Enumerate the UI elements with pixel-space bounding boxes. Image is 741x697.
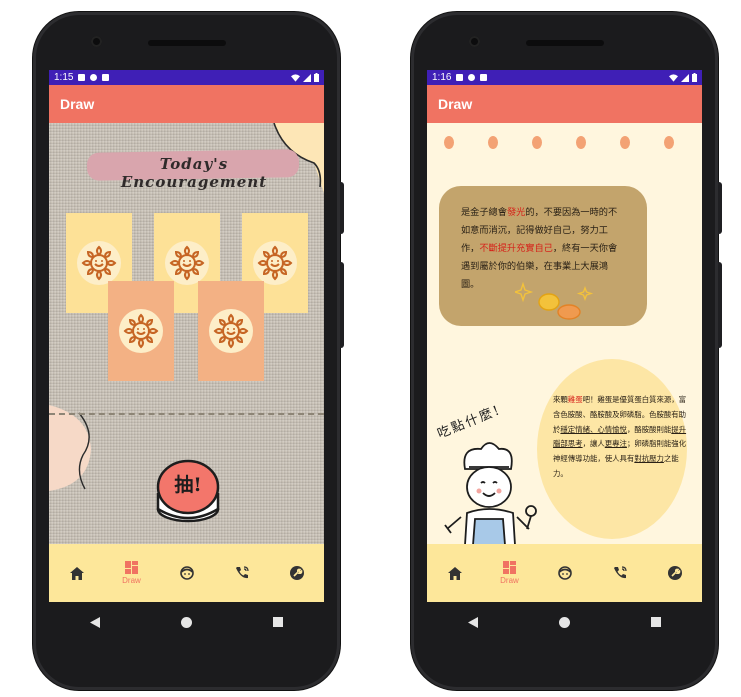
smiling-flower-icon: [257, 245, 293, 281]
system-navigation: [49, 610, 324, 634]
power-button: [718, 182, 722, 234]
food-tip-text: 來顆雞蛋吧！雞蛋是優質蛋白質來源，富含色胺酸、酪胺酸及卵磷脂。色胺酸有助於穩定情…: [553, 395, 687, 478]
recents-icon[interactable]: [273, 617, 284, 627]
nav-draw-label: Draw: [500, 576, 519, 585]
draw-content: Today's Encouragement 抽!: [49, 123, 324, 544]
wrench-icon: [289, 566, 304, 580]
signal-icon: [681, 73, 689, 82]
nav-face[interactable]: [166, 552, 208, 594]
nav-build[interactable]: [654, 552, 696, 594]
notification-icon: [78, 74, 86, 81]
bottom-navigation: Draw: [49, 544, 324, 602]
nav-build[interactable]: [276, 552, 318, 594]
face-icon: [557, 566, 572, 580]
nav-home[interactable]: [56, 552, 98, 594]
home-circle-icon[interactable]: [180, 616, 192, 628]
decor-dot: [532, 136, 542, 149]
tip-highlight: 雞蛋: [567, 395, 583, 404]
nav-home[interactable]: [434, 552, 476, 594]
status-bar: 1:16: [427, 70, 702, 85]
notification-icon: [468, 74, 476, 81]
nav-draw-label: Draw: [122, 576, 141, 585]
sim-icon: [480, 74, 488, 81]
status-bar: 1:15: [49, 70, 324, 85]
wifi-icon: [669, 73, 678, 82]
volume-button: [340, 262, 344, 348]
nav-face[interactable]: [544, 552, 586, 594]
wifi-icon: [291, 73, 300, 82]
nav-call[interactable]: [221, 552, 263, 594]
phone-left: 1:15 Draw Today's Encouragement 抽! Draw: [33, 12, 344, 690]
back-icon[interactable]: [89, 616, 100, 628]
system-navigation: [427, 610, 702, 634]
dashboard-icon: [125, 561, 138, 574]
back-icon[interactable]: [467, 616, 478, 628]
app-bar-title: Draw: [60, 96, 95, 112]
quote-highlight: 不斷提升充實自己: [479, 243, 553, 254]
signal-icon: [303, 73, 311, 82]
phone-call-icon: [613, 566, 627, 579]
quote-card: 是金子總會發光的，不要因為一時的不如意而消沉，記得做好自己，努力工作，不斷提升充…: [439, 186, 647, 326]
home-circle-icon[interactable]: [558, 616, 570, 628]
smiling-flower-icon: [213, 313, 249, 349]
sim-icon: [102, 74, 110, 81]
decor-dot: [576, 136, 586, 149]
nav-call[interactable]: [599, 552, 641, 594]
front-camera: [91, 36, 102, 47]
front-camera: [469, 36, 480, 47]
nav-draw[interactable]: Draw: [489, 552, 531, 594]
home-icon: [69, 566, 84, 580]
app-bar: Draw: [49, 85, 324, 123]
battery-icon: [314, 73, 319, 82]
battery-icon: [692, 73, 697, 82]
smiling-flower-icon: [169, 245, 205, 281]
quote-highlight: 發光: [506, 207, 526, 218]
decor-dot: [620, 136, 630, 149]
draw-button-label: 抽!: [174, 474, 202, 496]
decor-dot: [664, 136, 674, 149]
face-icon: [179, 566, 194, 580]
dashboard-icon: [503, 561, 516, 574]
phone-right: 1:16 Draw 是金子總會發光的，不要因為一時的不如意而消沉，記得做好自己，…: [411, 12, 722, 690]
phone-call-icon: [235, 566, 249, 579]
status-time: 1:15: [54, 72, 74, 83]
smiling-flower-icon: [123, 313, 159, 349]
recents-icon[interactable]: [651, 617, 662, 627]
smiling-flower-icon: [81, 245, 117, 281]
notification-icon: [456, 74, 464, 81]
decor-dot: [488, 136, 498, 149]
earpiece-speaker: [525, 40, 604, 46]
home-icon: [447, 566, 462, 580]
screen-right: 1:16 Draw 是金子總會發光的，不要因為一時的不如意而消沉，記得做好自己，…: [427, 70, 702, 602]
app-bar: Draw: [427, 85, 702, 123]
earpiece-speaker: [147, 40, 226, 46]
screen-left: 1:15 Draw Today's Encouragement 抽! Draw: [49, 70, 324, 602]
encouragement-card[interactable]: [198, 281, 264, 381]
app-bar-title: Draw: [438, 96, 473, 112]
wrench-icon: [667, 566, 682, 580]
dashed-divider: [49, 413, 324, 415]
volume-button: [718, 262, 722, 348]
left-blob-decoration: [49, 405, 91, 491]
nav-draw[interactable]: Draw: [111, 552, 153, 594]
result-content: 是金子總會發光的，不要因為一時的不如意而消沉，記得做好自己，努力工作，不斷提升充…: [427, 123, 702, 544]
notification-icon: [90, 74, 98, 81]
status-time: 1:16: [432, 72, 452, 83]
power-button: [340, 182, 344, 234]
decor-dot: [444, 136, 454, 149]
chef-character-illustration: [444, 442, 537, 544]
banner-title: Today's Encouragement: [120, 155, 268, 191]
bottom-navigation: Draw: [427, 544, 702, 602]
encouragement-card[interactable]: [108, 281, 174, 381]
sparkle-icon: [515, 281, 594, 320]
